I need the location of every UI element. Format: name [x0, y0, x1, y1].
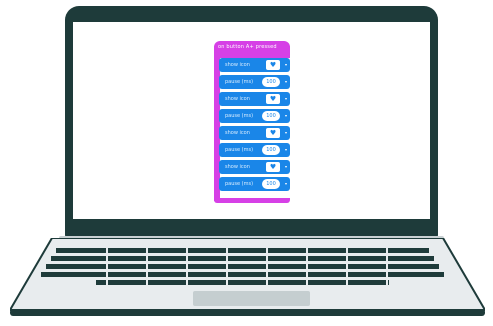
trackpad[interactable]	[193, 291, 310, 306]
show-icon-block[interactable]: show icon ♥ ▾	[219, 92, 290, 106]
show-icon-block[interactable]: show icon ♥ ▾	[219, 160, 290, 174]
chevron-down-icon[interactable]: ▾	[285, 181, 287, 186]
pause-value-field[interactable]: 100	[262, 111, 280, 121]
event-hat-label: on button A+ pressed	[218, 44, 277, 50]
block-label: show icon	[225, 164, 250, 170]
chevron-down-icon[interactable]: ▾	[285, 62, 287, 67]
block-label: show icon	[225, 62, 250, 68]
pause-value-field[interactable]: 100	[262, 145, 280, 155]
laptop-base	[10, 238, 485, 318]
chevron-down-icon[interactable]: ▾	[285, 164, 287, 169]
pause-value-field[interactable]: 100	[262, 179, 280, 189]
event-block-foot	[214, 198, 290, 203]
chevron-down-icon[interactable]: ▾	[285, 79, 287, 84]
pause-value-field[interactable]: 100	[262, 77, 280, 87]
block-label: pause (ms)	[225, 147, 254, 153]
block-label: pause (ms)	[225, 79, 254, 85]
chevron-down-icon[interactable]: ▾	[285, 130, 287, 135]
chevron-down-icon[interactable]: ▾	[285, 147, 287, 152]
pause-block[interactable]: pause (ms) 100 ▾	[219, 109, 290, 123]
keyboard-illustration	[10, 238, 485, 316]
pause-block[interactable]: pause (ms) 100 ▾	[219, 143, 290, 157]
heart-icon[interactable]: ♥	[266, 128, 280, 138]
block-label: pause (ms)	[225, 113, 254, 119]
show-icon-block[interactable]: show icon ♥ ▾	[219, 126, 290, 140]
pause-block[interactable]: pause (ms) 100 ▾	[219, 177, 290, 191]
block-label: show icon	[225, 96, 250, 102]
heart-icon[interactable]: ♥	[266, 60, 280, 70]
chevron-down-icon[interactable]: ▾	[285, 96, 287, 101]
chevron-down-icon[interactable]: ▾	[285, 113, 287, 118]
event-hat-block[interactable]: on button A+ pressed	[214, 41, 290, 58]
heart-icon[interactable]: ♥	[266, 162, 280, 172]
block-label: pause (ms)	[225, 181, 254, 187]
pause-block[interactable]: pause (ms) 100 ▾	[219, 75, 290, 89]
show-icon-block[interactable]: show icon ♥ ▾	[219, 58, 290, 72]
heart-icon[interactable]: ♥	[266, 94, 280, 104]
block-label: show icon	[225, 130, 250, 136]
